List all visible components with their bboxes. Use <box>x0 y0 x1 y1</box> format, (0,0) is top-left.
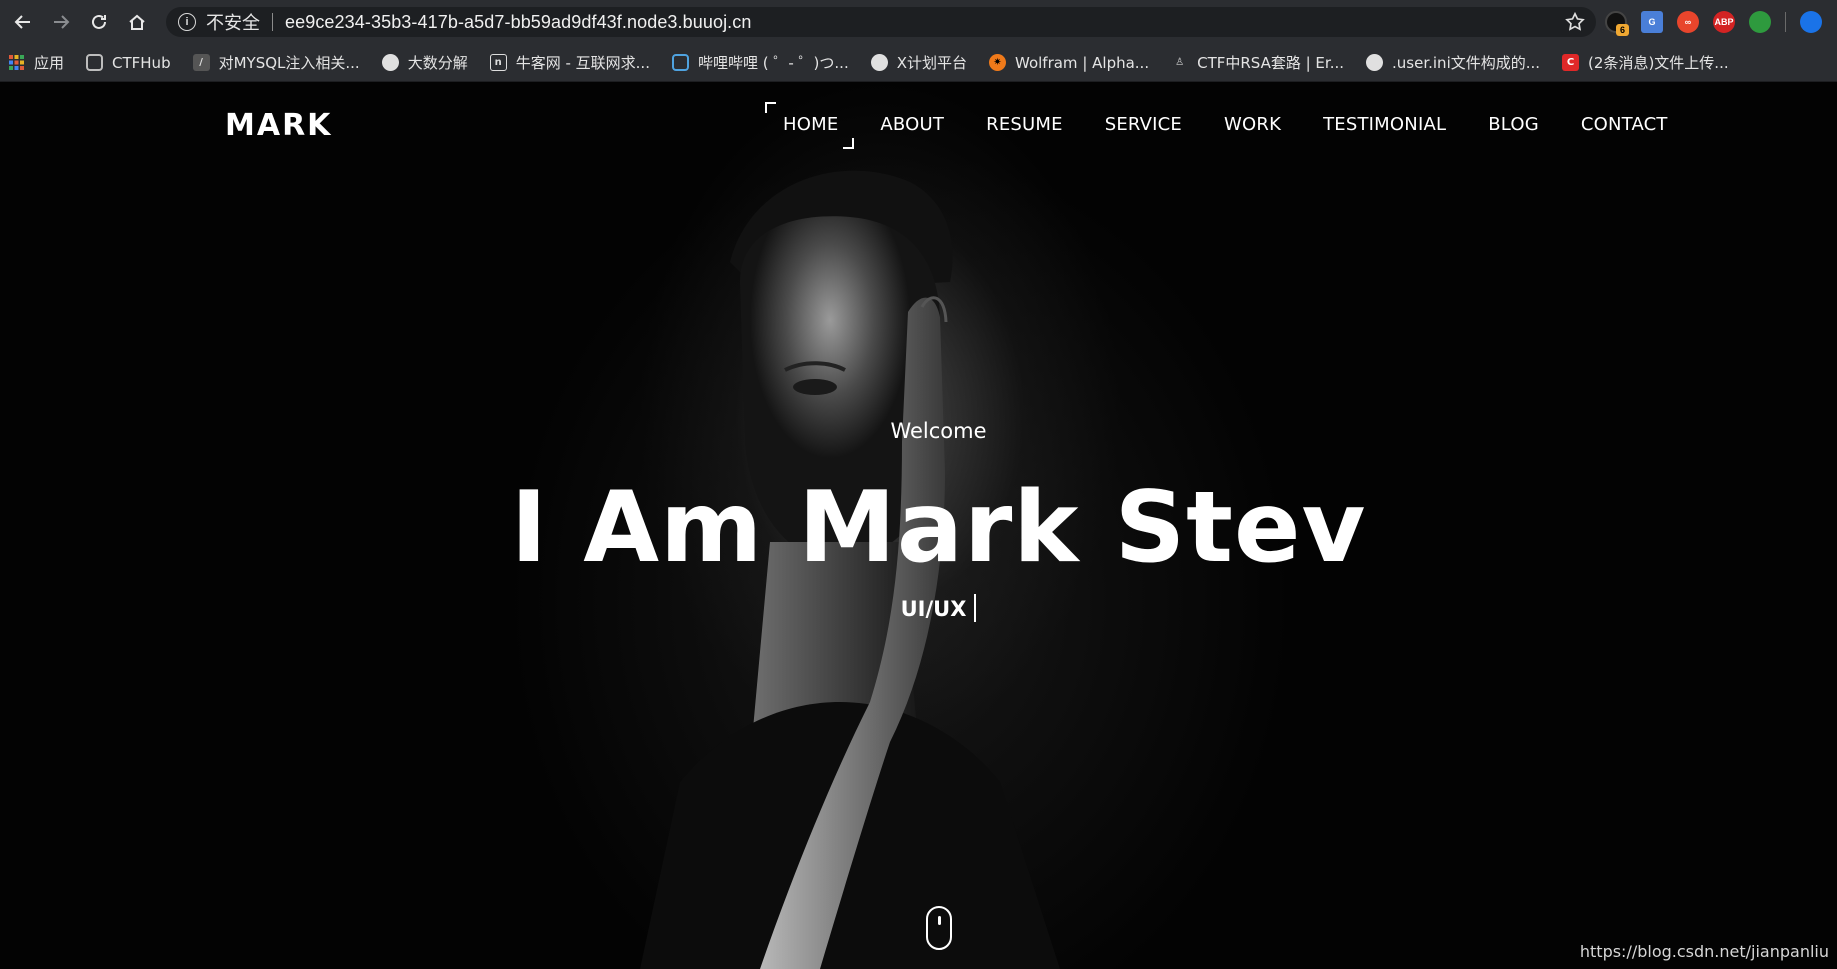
home-button[interactable] <box>122 7 152 37</box>
scroll-wheel <box>938 916 941 925</box>
bookmark-label: Wolfram | Alpha... <box>1015 53 1150 72</box>
toolbar-divider <box>1785 12 1786 32</box>
bookmark-label: (2条消息)文件上传... <box>1588 54 1729 72</box>
browser-toolbar: i 不安全 ee9ce234-35b3-417b-a5d7-bb59ad9df4… <box>0 0 1837 44</box>
bookmark-label: 牛客网 - 互联网求... <box>515 54 650 72</box>
bookmark-label: 对MYSQL注入相关... <box>218 54 360 72</box>
csdn-icon: C <box>1562 54 1580 71</box>
abp-label: ABP <box>1714 17 1734 27</box>
reload-icon <box>92 14 106 29</box>
apps-grid-icon <box>8 54 25 71</box>
back-arrow-icon <box>14 15 30 29</box>
nav-about[interactable]: ABOUT <box>880 114 944 135</box>
wolfram-icon: ✷ <box>989 54 1006 71</box>
nav-home[interactable]: HOME <box>764 102 855 149</box>
profile-avatar[interactable] <box>1800 11 1822 33</box>
bookmark-mysql[interactable]: / 对MYSQL注入相关... <box>192 52 360 73</box>
typing-cursor <box>974 594 977 622</box>
bilibili-icon <box>671 54 689 71</box>
bookmark-rsa[interactable]: ♙ CTF中RSA套路 | Er... <box>1171 52 1344 73</box>
bookmark-bilibili[interactable]: 哔哩哔哩 ( ゜- ゜)つ... <box>671 52 849 73</box>
extension-infinity-icon[interactable]: ∞ <box>1677 11 1699 33</box>
bookmark-label: CTF中RSA套路 | Er... <box>1197 54 1345 72</box>
main-nav: HOME ABOUT RESUME SERVICE WORK TESTIMONI… <box>764 102 1710 149</box>
bookmark-csdn[interactable]: C (2条消息)文件上传... <box>1562 52 1729 73</box>
extension-adblock-icon[interactable]: ABP <box>1713 11 1735 33</box>
hero-headline: I Am Mark Stev <box>510 471 1367 585</box>
globe-icon <box>381 54 399 71</box>
nav-testimonial[interactable]: TESTIMONIAL <box>1323 114 1446 135</box>
bookmark-wolfram[interactable]: ✷ Wolfram | Alpha... <box>989 54 1149 72</box>
person-icon: ♙ <box>1175 57 1185 68</box>
bookmark-nowcoder[interactable]: n 牛客网 - 互联网求... <box>489 52 650 73</box>
forward-arrow-icon <box>54 15 70 29</box>
globe-icon <box>870 54 888 71</box>
hero-role: UI/UX <box>900 597 967 621</box>
site-logo[interactable]: MARK <box>225 108 332 143</box>
bookmark-star-icon[interactable] <box>1564 11 1586 33</box>
bookmark-xplan[interactable]: X计划平台 <box>870 52 967 73</box>
bookmark-label: .user.ini文件构成的... <box>1392 54 1541 72</box>
extension-badge: 6 <box>1616 24 1629 36</box>
forward-button[interactable] <box>46 7 76 37</box>
bookmarks-bar: 应用 CTFHub / 对MYSQL注入相关... 大数分解 n 牛客网 - 互… <box>0 44 1837 82</box>
hero-subtitle: UI/UX <box>0 594 1837 622</box>
page-viewport: MARK HOME ABOUT RESUME SERVICE WORK TEST… <box>0 82 1837 969</box>
nav-resume[interactable]: RESUME <box>986 114 1063 135</box>
reload-button[interactable] <box>84 7 114 37</box>
bookmark-label: 哔哩哔哩 ( ゜- ゜)つ... <box>697 54 849 72</box>
bookmark-label: 大数分解 <box>407 54 468 72</box>
url-text[interactable]: ee9ce234-35b3-417b-a5d7-bb59ad9df43f.nod… <box>285 12 752 33</box>
bookmark-label: X计划平台 <box>896 54 967 72</box>
bookmark-apps[interactable]: 应用 <box>8 52 64 73</box>
bookmark-factorization[interactable]: 大数分解 <box>381 52 468 73</box>
nav-work[interactable]: WORK <box>1224 114 1281 135</box>
extension-translate-icon[interactable]: G <box>1641 11 1663 33</box>
watermark: https://blog.csdn.net/jianpanliu <box>1579 942 1829 961</box>
back-button[interactable] <box>8 7 38 37</box>
extensions-area: 6 G ∞ ABP <box>1605 9 1822 36</box>
nav-contact[interactable]: CONTACT <box>1581 114 1668 135</box>
bookmark-ctfhub[interactable]: CTFHub <box>86 54 171 72</box>
site-info-icon[interactable]: i <box>178 13 196 31</box>
bookmark-label: 应用 <box>34 54 65 72</box>
mysql-icon: / <box>192 54 210 71</box>
address-divider <box>272 13 273 31</box>
bookmark-label: CTFHub <box>112 53 171 72</box>
address-bar[interactable]: i 不安全 ee9ce234-35b3-417b-a5d7-bb59ad9df4… <box>166 7 1596 37</box>
ctfhub-icon <box>86 54 104 71</box>
extension-github-icon[interactable]: 6 <box>1605 11 1629 36</box>
nowcoder-icon: n <box>489 54 507 71</box>
nav-service[interactable]: SERVICE <box>1105 114 1182 135</box>
hero-welcome: Welcome <box>890 419 987 443</box>
extension-leaf-icon[interactable] <box>1749 11 1771 33</box>
insecure-label: 不安全 <box>206 13 260 34</box>
home-icon <box>129 14 145 30</box>
bookmark-userini[interactable]: .user.ini文件构成的... <box>1366 52 1540 73</box>
scroll-down-icon[interactable] <box>926 906 952 950</box>
globe-icon <box>1366 54 1384 71</box>
nav-blog[interactable]: BLOG <box>1488 114 1539 135</box>
